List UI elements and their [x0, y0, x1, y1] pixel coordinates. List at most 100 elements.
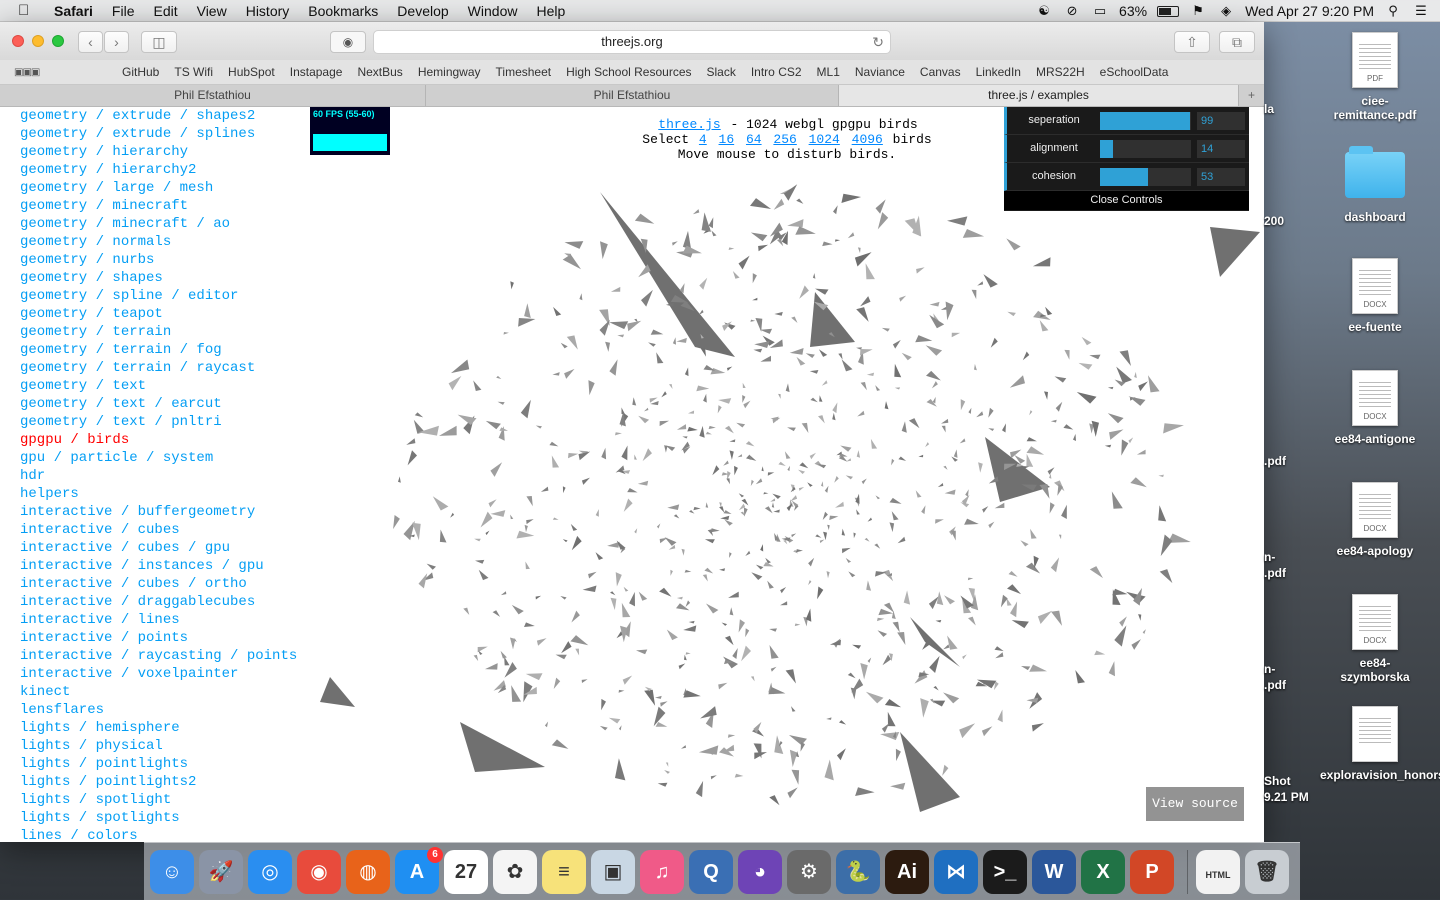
- dock-safari-icon[interactable]: ◎: [248, 849, 292, 894]
- bookmark-naviance[interactable]: Naviance: [855, 65, 905, 79]
- select-256-link[interactable]: 256: [773, 132, 796, 147]
- dock-finder-icon[interactable]: ☺: [150, 849, 194, 894]
- example-link[interactable]: interactive / lines: [0, 611, 310, 629]
- example-link[interactable]: interactive / instances / gpu: [0, 557, 310, 575]
- example-link[interactable]: interactive / raycasting / points: [0, 647, 310, 665]
- example-link[interactable]: lights / spotlights: [0, 809, 310, 827]
- desktop-icon-ee84-szymborska[interactable]: DOCX ee84-szymborska: [1325, 594, 1425, 684]
- bookmark-mrs22h[interactable]: MRS22H: [1036, 65, 1085, 79]
- bookmark-hemingway[interactable]: Hemingway: [418, 65, 481, 79]
- tab-phil-efstathiou-1[interactable]: Phil Efstathiou: [0, 85, 426, 106]
- dock-github-icon[interactable]: ◕: [738, 849, 782, 894]
- dock-powerpoint-icon[interactable]: P: [1130, 849, 1174, 894]
- zoom-window-button[interactable]: [52, 35, 64, 47]
- battery-icon[interactable]: [1157, 5, 1180, 17]
- menu-app-name[interactable]: Safari: [54, 3, 93, 19]
- bookmark-ts-wifi[interactable]: TS Wifi: [174, 65, 213, 79]
- dock-photos-icon[interactable]: ✿: [493, 849, 537, 894]
- close-window-button[interactable]: [12, 35, 24, 47]
- bookmark-canvas[interactable]: Canvas: [920, 65, 961, 79]
- back-button[interactable]: ‹: [78, 31, 103, 53]
- example-link[interactable]: geometry / nurbs: [0, 251, 310, 269]
- sidebar-toggle-button[interactable]: ◫: [141, 31, 177, 53]
- creative-cloud-icon[interactable]: ☯: [1035, 4, 1053, 18]
- desktop-icon-dashboard[interactable]: dashboard: [1325, 146, 1425, 224]
- desktop-icon-exploravision[interactable]: exploravision_honors.pdf: [1320, 706, 1440, 782]
- menu-file[interactable]: File: [112, 3, 135, 19]
- top-sites-grid-icon[interactable]: ▣▣▣: [14, 67, 40, 78]
- example-link[interactable]: geometry / extrude / splines: [0, 125, 310, 143]
- dock-app-store-icon[interactable]: A6: [395, 846, 443, 894]
- menu-view[interactable]: View: [197, 3, 227, 19]
- example-link[interactable]: geometry / normals: [0, 233, 310, 251]
- view-source-button[interactable]: View source: [1146, 787, 1244, 821]
- dock-preview-icon[interactable]: ▣: [591, 849, 635, 894]
- desktop-icon-ee84-apology[interactable]: DOCX ee84-apology: [1325, 482, 1425, 558]
- share-button[interactable]: ⇧: [1174, 31, 1210, 53]
- example-link[interactable]: lights / physical: [0, 737, 310, 755]
- dock-calendar-icon[interactable]: 27: [444, 849, 488, 894]
- wifi-icon[interactable]: ◈: [1217, 4, 1235, 18]
- bookmark-high-school-resources[interactable]: High School Resources: [566, 65, 691, 79]
- example-link[interactable]: interactive / voxelpainter: [0, 665, 310, 683]
- threejs-link[interactable]: three.js: [658, 117, 720, 132]
- menu-develop[interactable]: Develop: [397, 3, 448, 19]
- desktop-icon-ee84-antigone[interactable]: DOCX ee84-antigone: [1325, 370, 1425, 446]
- menu-bookmarks[interactable]: Bookmarks: [308, 3, 378, 19]
- example-link[interactable]: geometry / terrain: [0, 323, 310, 341]
- battery-percent[interactable]: 63%: [1119, 3, 1147, 19]
- example-link[interactable]: interactive / points: [0, 629, 310, 647]
- cohesion-value-input[interactable]: 53: [1197, 168, 1245, 186]
- example-link[interactable]: lights / pointlights: [0, 755, 310, 773]
- bookmark-linkedin[interactable]: LinkedIn: [976, 65, 1021, 79]
- cohesion-slider[interactable]: [1100, 168, 1191, 186]
- spotlight-search-icon[interactable]: ⚲: [1384, 4, 1402, 18]
- dock-excel-icon[interactable]: X: [1081, 849, 1125, 894]
- example-link[interactable]: geometry / large / mesh: [0, 179, 310, 197]
- dock-quicktime-icon[interactable]: Q: [689, 849, 733, 894]
- forward-button[interactable]: ›: [104, 31, 129, 53]
- example-link[interactable]: geometry / spline / editor: [0, 287, 310, 305]
- example-link[interactable]: geometry / shapes: [0, 269, 310, 287]
- notification-center-icon[interactable]: ☰: [1412, 4, 1430, 18]
- tab-phil-efstathiou-2[interactable]: Phil Efstathiou: [426, 85, 839, 106]
- example-link[interactable]: geometry / text / pnltri: [0, 413, 310, 431]
- example-link[interactable]: interactive / draggablecubes: [0, 593, 310, 611]
- minimize-window-button[interactable]: [32, 35, 44, 47]
- tabs-overview-button[interactable]: ⧉: [1219, 31, 1255, 53]
- select-4-link[interactable]: 4: [699, 132, 707, 147]
- menu-help[interactable]: Help: [536, 3, 565, 19]
- select-1024-link[interactable]: 1024: [809, 132, 840, 147]
- bookmark-eschooldata[interactable]: eSchoolData: [1100, 65, 1169, 79]
- example-link[interactable]: lensflares: [0, 701, 310, 719]
- example-link[interactable]: geometry / minecraft: [0, 197, 310, 215]
- new-tab-button[interactable]: +: [1239, 85, 1264, 106]
- dock-trash-icon[interactable]: 🗑: [1245, 849, 1289, 894]
- dock-system-preferences-icon[interactable]: ⚙: [787, 849, 831, 894]
- alignment-value-input[interactable]: 14: [1197, 140, 1245, 158]
- tab-threejs-examples[interactable]: three.js / examples: [839, 85, 1239, 106]
- example-link[interactable]: geometry / extrude / shapes2: [0, 107, 310, 125]
- privacy-shield-icon[interactable]: ◉: [330, 31, 366, 53]
- example-link[interactable]: lights / spotlight: [0, 791, 310, 809]
- do-not-disturb-icon[interactable]: ⊘: [1063, 4, 1081, 18]
- example-link[interactable]: geometry / terrain / raycast: [0, 359, 310, 377]
- dock-launchpad-icon[interactable]: 🚀: [199, 849, 243, 894]
- examples-list[interactable]: geometry / extrude / shapes2 geometry / e…: [0, 107, 310, 842]
- example-link[interactable]: helpers: [0, 485, 310, 503]
- bookmark-slack[interactable]: Slack: [707, 65, 736, 79]
- dock-word-icon[interactable]: W: [1032, 849, 1076, 894]
- example-link[interactable]: geometry / hierarchy: [0, 143, 310, 161]
- reload-icon[interactable]: ↻: [872, 31, 884, 53]
- bookmark-instapage[interactable]: Instapage: [290, 65, 343, 79]
- webgl-viewport[interactable]: 60 FPS (55-60) three.js - 1024 webgl gpg…: [310, 107, 1264, 842]
- dock-illustrator-icon[interactable]: Ai: [885, 849, 929, 894]
- desktop-icon-ee-fuente[interactable]: DOCX ee-fuente: [1325, 258, 1425, 334]
- example-link[interactable]: kinect: [0, 683, 310, 701]
- dock-html-document-icon[interactable]: HTML: [1196, 849, 1240, 894]
- example-link[interactable]: geometry / teapot: [0, 305, 310, 323]
- bookmark-hubspot[interactable]: HubSpot: [228, 65, 275, 79]
- example-link[interactable]: geometry / minecraft / ao: [0, 215, 310, 233]
- airplay-icon[interactable]: ▭: [1091, 4, 1109, 18]
- dock-itunes-icon[interactable]: ♫: [640, 849, 684, 894]
